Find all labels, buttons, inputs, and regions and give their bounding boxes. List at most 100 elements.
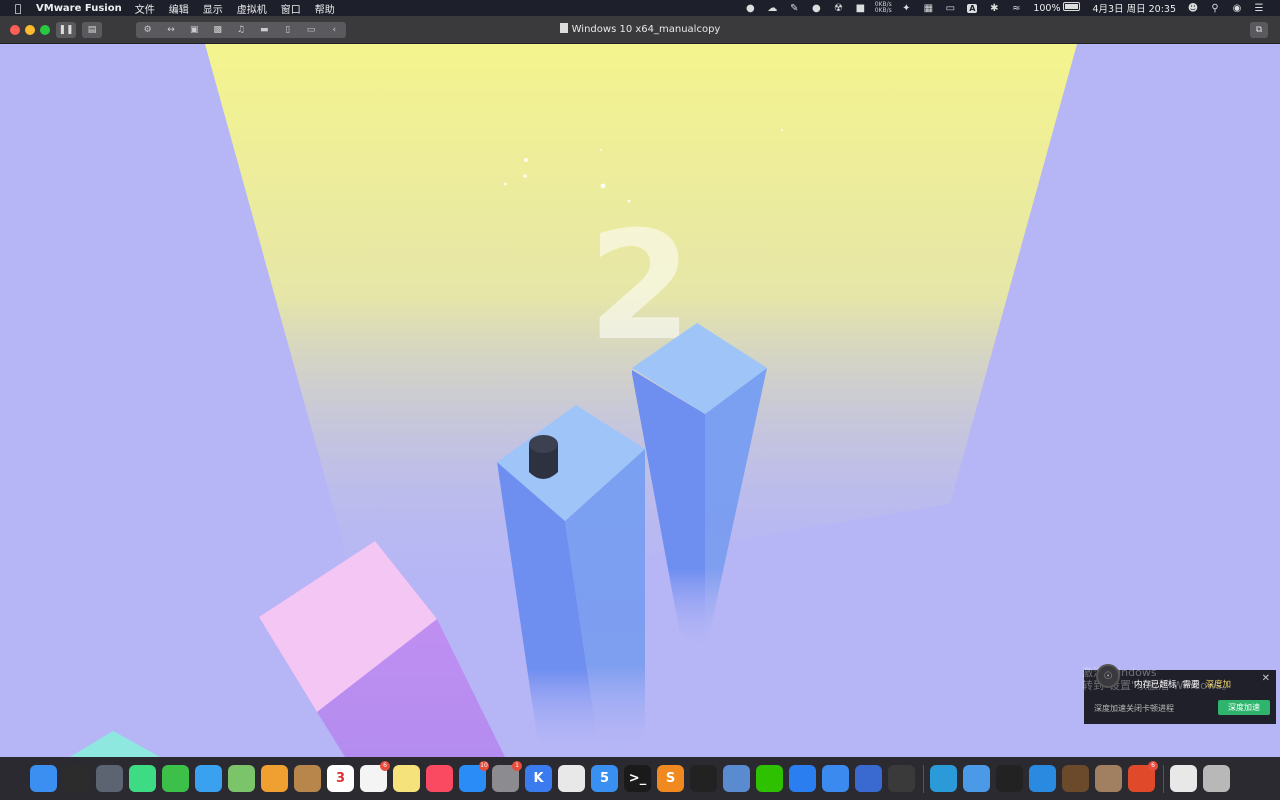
menu-vm[interactable]: 虚拟机 — [237, 1, 267, 16]
chrome-icon[interactable] — [558, 765, 585, 792]
trash-icon[interactable] — [1203, 765, 1230, 792]
sound-icon[interactable]: ♫ — [230, 25, 252, 35]
shield-icon: ☉ — [1096, 664, 1120, 688]
finder-icon[interactable] — [30, 765, 57, 792]
network-speed[interactable]: 0KB/s 0KB/s — [871, 2, 895, 14]
unity-icon[interactable] — [888, 765, 915, 792]
notification-badge: 6 — [1148, 761, 1158, 771]
menu-view[interactable]: 显示 — [203, 1, 223, 16]
edge-icon[interactable] — [930, 765, 957, 792]
menu-bar:  VMware Fusion 文件 编辑 显示 虚拟机 窗口 帮助 ● ☁ ✎… — [0, 0, 1280, 16]
alert-body: 深度加速关闭卡顿进程 — [1094, 704, 1174, 713]
menu-window[interactable]: 窗口 — [281, 1, 301, 16]
input-method-icon[interactable]: A — [961, 0, 983, 16]
player-piece — [529, 435, 558, 479]
user-icon[interactable]: ☻ — [1182, 0, 1204, 16]
notes-icon[interactable] — [393, 765, 420, 792]
camera-icon[interactable]: ▬ — [253, 25, 275, 35]
minimize-window-button[interactable] — [25, 25, 35, 35]
android-studio-icon[interactable] — [129, 765, 156, 792]
app-5-icon[interactable]: 5 — [591, 765, 618, 792]
unity-hub-icon[interactable] — [996, 765, 1023, 792]
boost-button[interactable]: 深度加速 — [1218, 700, 1270, 715]
vmware-icon[interactable] — [855, 765, 882, 792]
pinwheel-status-icon[interactable]: ✦ — [895, 0, 917, 16]
unity-mode-button[interactable]: ⧉ — [1250, 22, 1268, 38]
wrench-icon[interactable]: ⚙ — [137, 25, 159, 35]
pen-status-icon[interactable]: ✎ — [783, 0, 805, 16]
xcode-icon[interactable] — [789, 765, 816, 792]
usb-icon[interactable]: ▯ — [277, 25, 299, 35]
launchpad-icon[interactable] — [96, 765, 123, 792]
browser-icon[interactable] — [963, 765, 990, 792]
radiation-status-icon[interactable]: ☢ — [827, 0, 849, 16]
bluetooth-icon[interactable]: ✱ — [983, 0, 1005, 16]
battery-percent[interactable]: 100% — [1033, 2, 1081, 14]
reminders-icon[interactable]: 6 — [360, 761, 390, 792]
pen-app-icon[interactable] — [822, 765, 849, 792]
pause-icon: ❚❚ — [58, 25, 74, 35]
wechat-icon[interactable] — [756, 765, 783, 792]
code-arrows-icon[interactable]: ↔ — [160, 25, 182, 35]
menu-edit[interactable]: 编辑 — [169, 1, 189, 16]
windows-icon: ⧉ — [1255, 25, 1263, 35]
wechat-status-icon[interactable]: ● — [739, 0, 761, 16]
dock-separator — [1163, 764, 1164, 793]
memory-alert-notification: 激活 Windows 转到"设置"以激活 Windows。 ☉ 内存已超标 需要 … — [1082, 664, 1276, 724]
facetime-icon[interactable] — [162, 765, 189, 792]
display-icon[interactable]: ▭ — [300, 25, 322, 35]
cloud-status-icon[interactable]: ☁ — [761, 0, 783, 16]
dock: 3 6 10 1 K 5 >_ S 6 — [0, 757, 1280, 800]
calendar-icon[interactable]: 3 — [327, 765, 354, 792]
keynote-k-icon[interactable]: K — [525, 765, 552, 792]
activity-monitor-icon[interactable] — [63, 765, 90, 792]
alert-title: 内存已超标 需要 深度加 — [1134, 680, 1232, 690]
messages-icon[interactable] — [195, 765, 222, 792]
qq-status-icon[interactable]: ● — [805, 0, 827, 16]
alfred-icon[interactable] — [1062, 765, 1089, 792]
screen-status-icon[interactable]: ▦ — [917, 0, 939, 16]
qq-icon[interactable] — [690, 765, 717, 792]
photos-icon[interactable] — [261, 765, 288, 792]
music-icon[interactable] — [426, 765, 453, 792]
fullscreen-window-button[interactable] — [40, 25, 50, 35]
airplay-icon[interactable]: ▭ — [939, 0, 961, 16]
notification-badge: 6 — [380, 761, 390, 771]
collapse-chevron-icon[interactable]: ‹ — [323, 25, 345, 35]
app-store-icon[interactable]: 10 — [459, 761, 489, 792]
terminal-icon[interactable]: >_ — [624, 765, 651, 792]
zip-file-icon[interactable] — [1170, 765, 1197, 792]
snapshot-button[interactable]: ▤ — [82, 22, 102, 38]
datetime[interactable]: 4月3日 周日 20:35 — [1092, 1, 1176, 15]
battery-icon — [1063, 2, 1081, 11]
notes-book-icon[interactable] — [294, 765, 321, 792]
document-icon — [559, 23, 568, 33]
siri-icon[interactable]: ◉ — [1226, 0, 1248, 16]
sublime-icon[interactable]: S — [657, 765, 684, 792]
spotlight-search-icon[interactable]: ⚲ — [1204, 0, 1226, 16]
dock-separator — [923, 764, 924, 793]
app-name-menu[interactable]: VMware Fusion — [36, 3, 122, 14]
game-scene: 2 — [0, 44, 1280, 757]
bag-status-icon[interactable]: ■ — [849, 0, 871, 16]
menu-file[interactable]: 文件 — [135, 1, 155, 16]
office-icon[interactable]: 6 — [1128, 761, 1158, 792]
disk-icon[interactable]: ▣ — [183, 25, 205, 35]
wifi-icon[interactable]: ≈ — [1005, 0, 1027, 16]
close-icon[interactable]: ✕ — [1262, 673, 1270, 684]
preview-icon[interactable] — [723, 765, 750, 792]
archive-icon[interactable] — [1095, 765, 1122, 792]
apple-icon[interactable]:  — [0, 2, 36, 15]
pause-button[interactable]: ❚❚ — [56, 22, 76, 38]
notification-badge: 1 — [512, 761, 522, 771]
printer-icon[interactable]: ▩ — [207, 25, 229, 35]
maps-icon[interactable] — [228, 765, 255, 792]
control-center-icon[interactable]: ☰ — [1248, 0, 1270, 16]
docker-icon[interactable] — [1029, 765, 1056, 792]
game-viewport[interactable]: 2 激活 Windows 转到"设置"以激活 Windows。 ☉ 内存已超标 … — [0, 44, 1280, 757]
menu-help[interactable]: 帮助 — [315, 1, 335, 16]
snapshot-icon: ▤ — [87, 25, 97, 35]
window-toolbar: ❚❚ ▤ ⚙ ↔ ▣ ▩ ♫ ▬ ▯ ▭ ‹ Windows 10 x64_ma… — [0, 16, 1280, 44]
system-preferences-icon[interactable]: 1 — [492, 761, 522, 792]
close-window-button[interactable] — [10, 25, 20, 35]
